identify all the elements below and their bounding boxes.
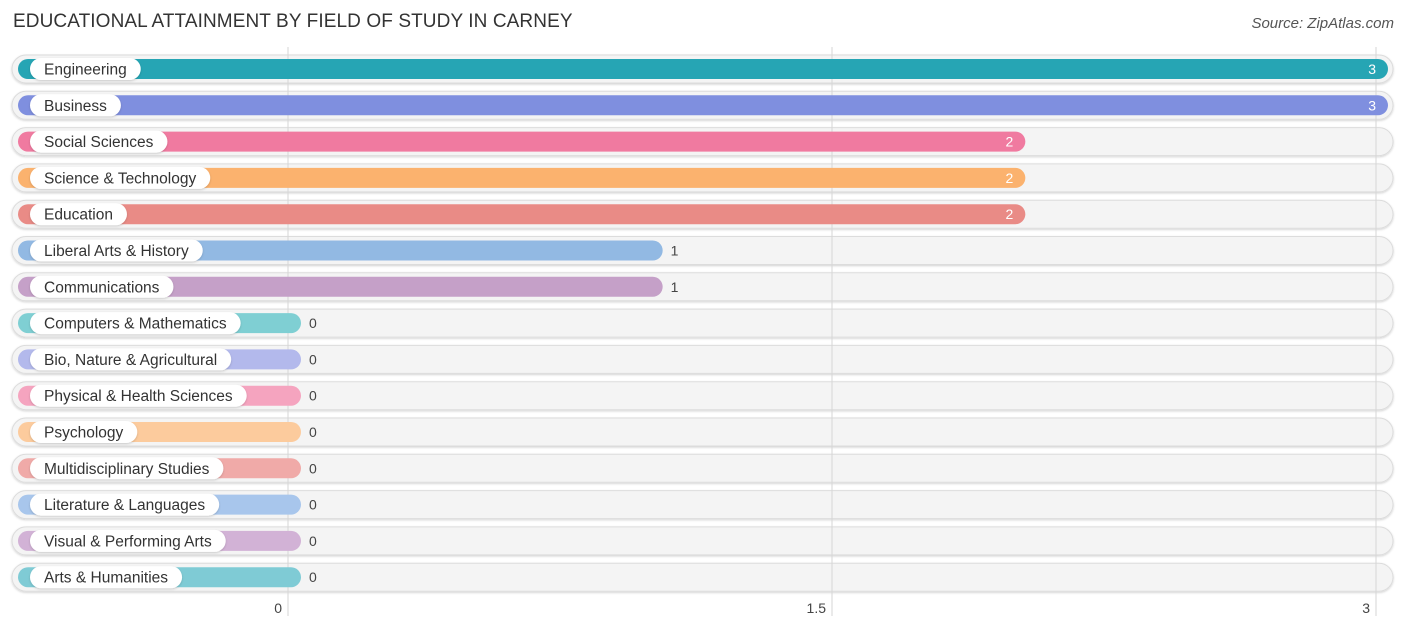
value-label: 0	[309, 497, 317, 513]
bar-row: Visual & Performing Arts 0	[18, 529, 317, 552]
bar[interactable]	[18, 131, 1026, 152]
value-label: 0	[309, 388, 317, 404]
value-label: 2	[1006, 206, 1014, 222]
category-label: Computers & Mathematics	[44, 316, 227, 333]
value-label: 0	[309, 351, 317, 367]
category-label: Liberal Arts & History	[44, 243, 189, 260]
category-label: Communications	[44, 279, 160, 296]
bar-row: Physical & Health Sciences 0	[18, 384, 317, 407]
bar[interactable]	[18, 59, 1388, 79]
category-label: Psychology	[44, 425, 124, 442]
bar-row: Communications 1	[18, 275, 679, 298]
category-label: Arts & Humanities	[44, 570, 168, 587]
value-label: 3	[1368, 61, 1376, 77]
value-label: 0	[309, 569, 317, 585]
x-tick-label: 3	[1362, 600, 1370, 616]
value-label: 0	[309, 460, 317, 476]
bar-chart: Engineering 3Business 3Social Sciences 2Sci…	[11, 47, 1394, 616]
value-label: 0	[309, 424, 317, 440]
category-label: Physical & Health Sciences	[44, 388, 233, 405]
bar-row: Arts & Humanities 0	[18, 566, 317, 589]
value-label: 2	[1006, 170, 1014, 186]
category-label: Multidisciplinary Studies	[44, 461, 210, 478]
category-label: Business	[44, 98, 107, 115]
bar[interactable]	[18, 95, 1388, 116]
bar[interactable]	[18, 204, 1026, 225]
bar-row: Literature & Languages 0	[18, 493, 317, 516]
bar-row: Science & Technology 2	[18, 166, 1026, 189]
category-label: Literature & Languages	[44, 497, 205, 514]
bar-row: Bio, Nature & Agricultural 0	[18, 348, 317, 371]
x-tick-label: 0	[274, 600, 282, 616]
bar-row: Psychology 0	[18, 421, 317, 443]
bar-row: Engineering 3	[18, 58, 1388, 80]
value-label: 1	[671, 243, 679, 259]
bar-row: Liberal Arts & History 1	[18, 239, 679, 262]
x-tick-label: 1.5	[807, 600, 827, 616]
category-label: Visual & Performing Arts	[44, 533, 212, 550]
category-label: Science & Technology	[44, 170, 196, 187]
bar-row: Multidisciplinary Studies 0	[18, 457, 317, 480]
category-label: Bio, Nature & Agricultural	[44, 352, 217, 369]
bar-row: Social Sciences 2	[18, 130, 1026, 153]
bar-row: Education 2	[18, 203, 1026, 226]
value-label: 0	[309, 533, 317, 549]
bar-row: Business 3	[18, 94, 1388, 117]
value-label: 2	[1006, 134, 1014, 150]
category-label: Engineering	[44, 62, 127, 79]
category-label: Education	[44, 207, 113, 224]
value-label: 1	[671, 279, 679, 295]
bar-row: Computers & Mathematics 0	[18, 312, 317, 335]
value-label: 0	[309, 315, 317, 331]
value-label: 3	[1368, 97, 1376, 113]
category-label: Social Sciences	[44, 134, 154, 151]
